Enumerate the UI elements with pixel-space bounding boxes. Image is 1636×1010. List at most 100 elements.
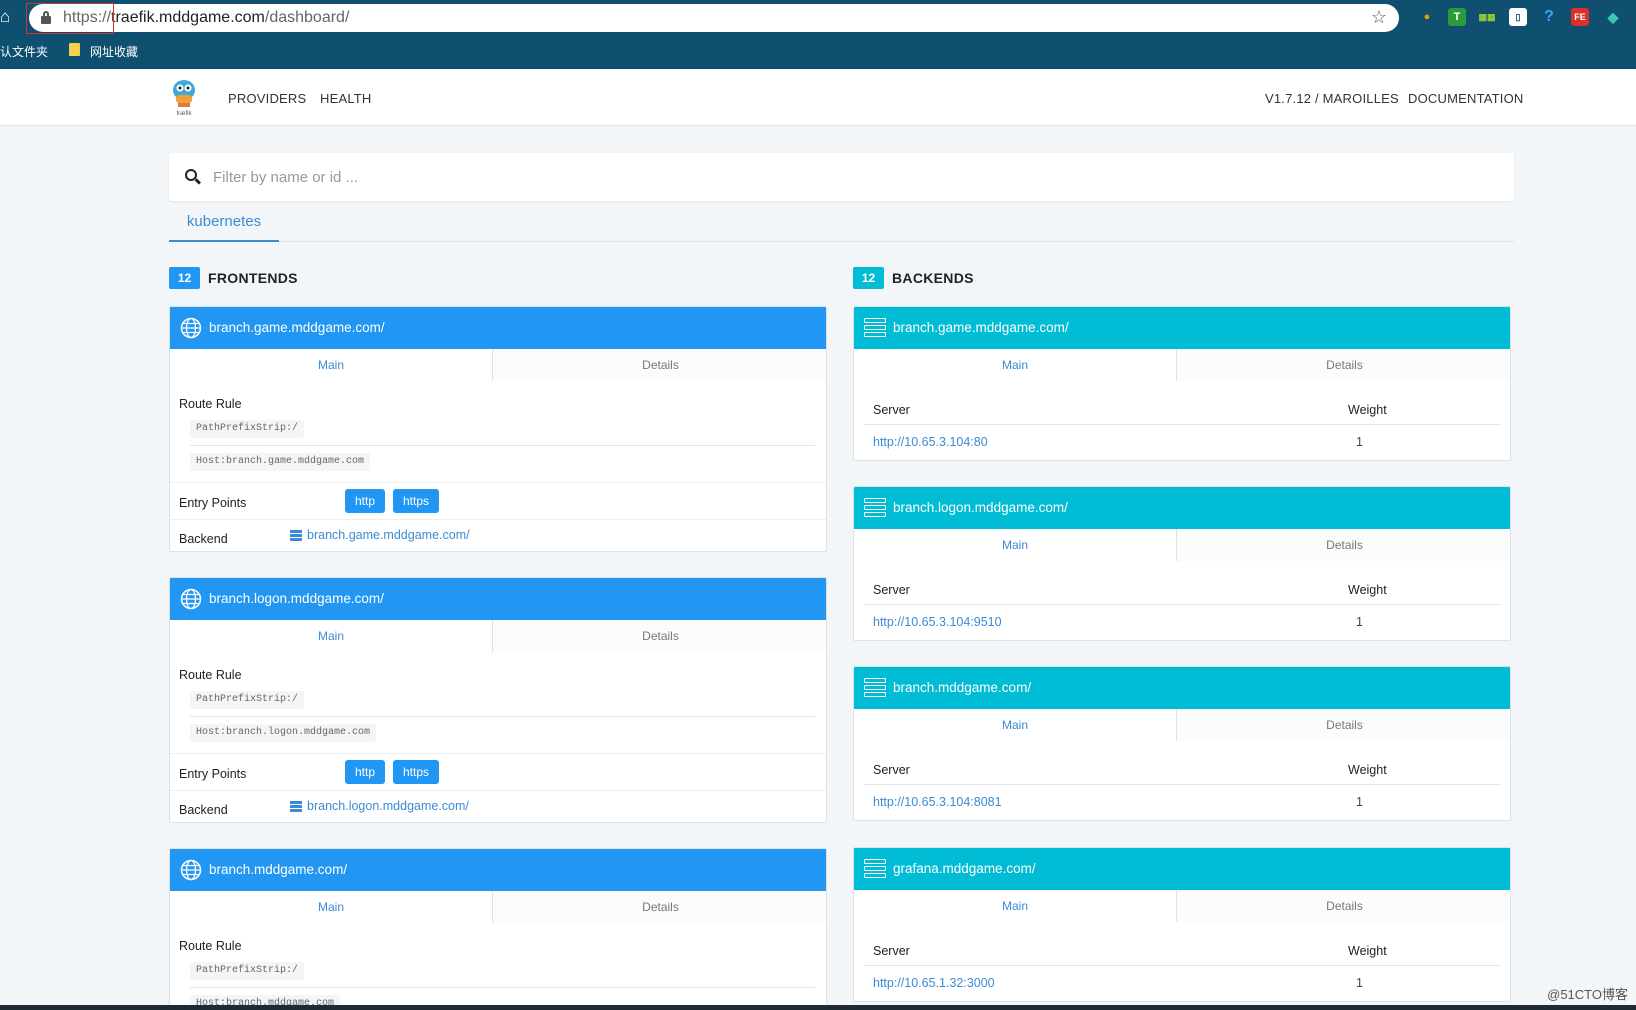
frontend-card-tabs: Main Details [170, 349, 826, 381]
tab-kubernetes[interactable]: kubernetes [169, 207, 279, 242]
frontend-name: branch.logon.mddgame.com/ [209, 591, 384, 606]
tab-main[interactable]: Main [854, 709, 1177, 741]
frontend-name: branch.mddgame.com/ [209, 862, 348, 877]
divider [170, 753, 826, 754]
search-icon [185, 169, 202, 185]
frontend-card-header: branch.mddgame.com/ [170, 849, 826, 891]
backend-card-header: branch.logon.mddgame.com/ [854, 487, 1510, 529]
server-icon [864, 859, 886, 879]
tab-main[interactable]: Main [170, 349, 493, 381]
entry-point-badge[interactable]: https [393, 489, 440, 513]
backend-link[interactable]: branch.logon.mddgame.com/ [307, 799, 469, 813]
server-icon [864, 498, 886, 518]
folder-icon [69, 43, 80, 56]
help-icon[interactable]: ? [1540, 8, 1558, 26]
os-taskbar [0, 1005, 1636, 1010]
tab-details[interactable]: Details [1177, 349, 1510, 381]
entry-point-badge[interactable]: https [393, 760, 440, 784]
tab-main[interactable]: Main [170, 620, 493, 652]
bookmark-folder-2[interactable]: 网址收藏 [90, 43, 138, 60]
browser-chrome: ⌂ https://traefik.mddgame.com/dashboard/… [0, 0, 1636, 69]
tab-details[interactable]: Details [493, 620, 826, 652]
weight-column-header: Weight [1348, 583, 1387, 597]
server-weight: 1 [1356, 435, 1363, 449]
home-icon[interactable]: ⌂ [0, 8, 18, 26]
weight-column-header: Weight [1348, 403, 1387, 417]
backend-name: branch.mddgame.com/ [893, 680, 1032, 695]
divider [864, 965, 1501, 966]
filter-bar [169, 153, 1514, 201]
server-icon [864, 318, 886, 338]
server-url-link[interactable]: http://10.65.3.104:9510 [873, 615, 1002, 629]
frontend-card-header: branch.logon.mddgame.com/ [170, 578, 826, 620]
frontend-name: branch.game.mddgame.com/ [209, 320, 385, 335]
tab-details[interactable]: Details [1177, 709, 1510, 741]
address-bar[interactable]: https://traefik.mddgame.com/dashboard/ ☆ [29, 4, 1399, 32]
tab-main[interactable]: Main [854, 529, 1177, 561]
extension-page-icon[interactable]: ▯ [1509, 8, 1527, 26]
tab-main[interactable]: Main [854, 890, 1177, 922]
extension-fe-icon[interactable]: FE [1571, 8, 1589, 26]
entry-point-badge[interactable]: http [345, 760, 386, 784]
server-url-link[interactable]: http://10.65.3.104:8081 [873, 795, 1002, 809]
bookmark-folder-1[interactable]: 认文件夹 [0, 43, 48, 60]
extension-t-icon[interactable]: T [1448, 8, 1466, 26]
server-weight: 1 [1356, 795, 1363, 809]
tab-main[interactable]: Main [854, 349, 1177, 381]
server-column-header: Server [873, 403, 910, 417]
frontends-title: FRONTENDS [208, 270, 298, 286]
route-rule-code: PathPrefixStrip:/ [190, 420, 305, 438]
version-link[interactable]: V1.7.12 / MAROILLES [1265, 91, 1399, 106]
server-icon [290, 801, 302, 812]
tab-details[interactable]: Details [1177, 529, 1510, 561]
watermark: @51CTO博客 [1547, 987, 1628, 1002]
backend-card-header: branch.game.mddgame.com/ [854, 307, 1510, 349]
backend-name: branch.game.mddgame.com/ [893, 320, 1069, 335]
extension-grid-icon[interactable]: ▦▦ [1478, 8, 1496, 26]
server-weight: 1 [1356, 615, 1363, 629]
backend-card-header: grafana.mddgame.com/ [854, 848, 1510, 890]
route-rule-code: PathPrefixStrip:/ [190, 691, 305, 709]
route-rule-label: Route Rule [179, 939, 242, 953]
app-header: træfik PROVIDERS HEALTH V1.7.12 / MAROIL… [0, 69, 1636, 126]
extension-diamond-icon[interactable]: ◆ [1604, 8, 1622, 26]
backend-label: Backend [179, 803, 228, 817]
backends-title: BACKENDS [892, 270, 974, 286]
frontend-card: branch.logon.mddgame.com/ Main Details R… [169, 577, 827, 823]
frontend-card-tabs: Main Details [170, 891, 826, 923]
divider [190, 716, 815, 717]
extension-dot-icon[interactable]: ● [1418, 8, 1436, 26]
weight-column-header: Weight [1348, 763, 1387, 777]
filter-input[interactable] [213, 163, 1493, 191]
backend-link[interactable]: branch.game.mddgame.com/ [307, 528, 470, 542]
logo-text: træfik [177, 111, 193, 117]
backend-label: Backend [179, 532, 228, 546]
server-url-link[interactable]: http://10.65.3.104:80 [873, 435, 988, 449]
backend-card-tabs: Main Details [854, 349, 1510, 381]
nav-providers[interactable]: PROVIDERS [228, 91, 306, 106]
backend-card-tabs: Main Details [854, 890, 1510, 922]
route-rule-code: PathPrefixStrip:/ [190, 962, 305, 980]
traefik-logo-icon[interactable]: træfik [170, 77, 198, 117]
frontend-card: branch.mddgame.com/ Main Details Route R… [169, 848, 827, 1010]
backend-card: branch.game.mddgame.com/ Main Details Se… [853, 306, 1511, 461]
tab-details[interactable]: Details [1177, 890, 1510, 922]
nav-documentation[interactable]: DOCUMENTATION [1408, 91, 1524, 106]
server-column-header: Server [873, 944, 910, 958]
divider [170, 790, 826, 791]
tab-details[interactable]: Details [493, 349, 826, 381]
backend-card-header: branch.mddgame.com/ [854, 667, 1510, 709]
tab-main[interactable]: Main [170, 891, 493, 923]
route-rule-label: Route Rule [179, 668, 242, 682]
divider [864, 604, 1501, 605]
server-url-link[interactable]: http://10.65.1.32:3000 [873, 976, 995, 990]
weight-column-header: Weight [1348, 944, 1387, 958]
nav-health[interactable]: HEALTH [320, 91, 372, 106]
tab-details[interactable]: Details [493, 891, 826, 923]
backend-card-tabs: Main Details [854, 529, 1510, 561]
bookmark-star-icon[interactable]: ☆ [1371, 7, 1387, 28]
entry-point-badge[interactable]: http [345, 489, 386, 513]
provider-tabs: kubernetes [169, 207, 1514, 242]
frontend-card-tabs: Main Details [170, 620, 826, 652]
backend-name: grafana.mddgame.com/ [893, 861, 1036, 876]
